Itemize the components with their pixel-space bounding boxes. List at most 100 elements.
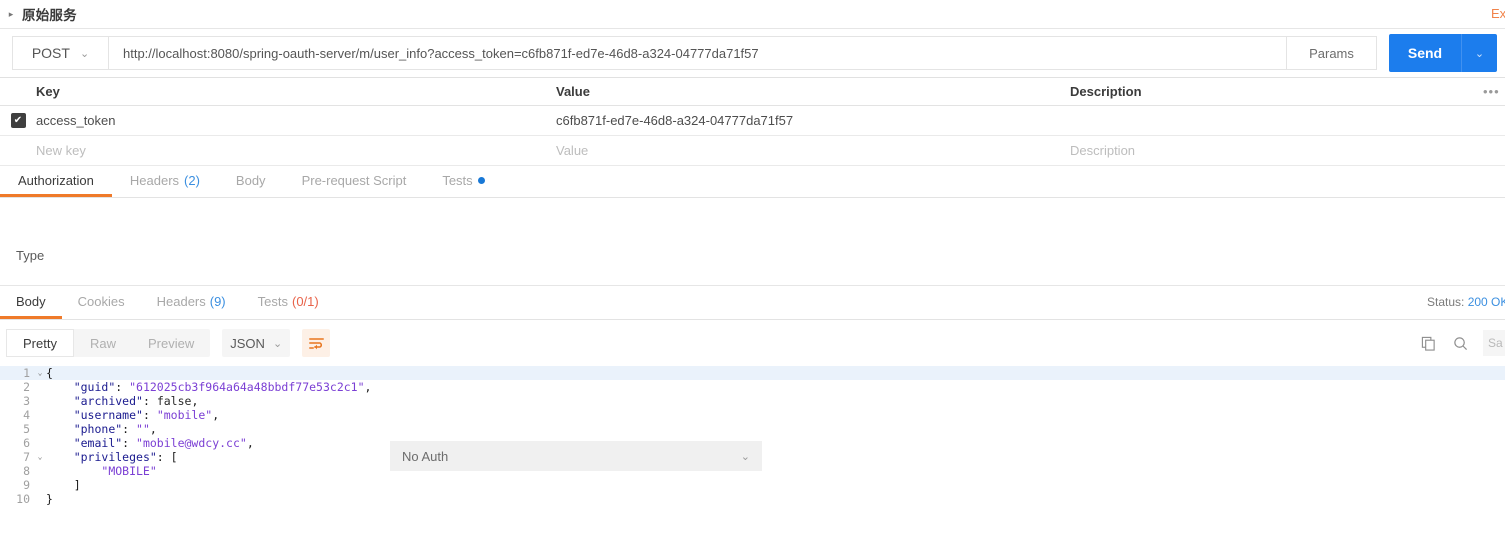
line-number: 4	[23, 408, 30, 422]
params-table-header: Key Value Description •••	[0, 78, 1505, 106]
tab-response-cookies[interactable]: Cookies	[62, 286, 141, 319]
chevron-right-icon[interactable]: ▸	[6, 9, 16, 19]
response-tools: Sa	[1419, 330, 1505, 356]
new-param-value-input[interactable]: Value	[556, 143, 1070, 158]
line-number: 1	[23, 366, 30, 380]
table-row-new[interactable]: New key Value Description	[0, 136, 1505, 166]
tab-response-body[interactable]: Body	[0, 286, 62, 319]
params-button[interactable]: Params	[1287, 36, 1377, 70]
code-text: "email": "mobile@wdcy.cc",	[73, 436, 254, 450]
status-value: 200 OK	[1467, 295, 1505, 309]
request-url-bar: POST ⌄ http://localhost:8080/spring-oaut…	[0, 28, 1505, 78]
line-number: 8	[23, 464, 30, 478]
send-button[interactable]: Send	[1389, 34, 1461, 72]
checkbox-checked-icon[interactable]: ✔	[10, 113, 26, 128]
new-param-key-input[interactable]: New key	[36, 143, 556, 158]
tests-result-badge: (0/1)	[291, 293, 319, 309]
code-text: "archived": false,	[73, 394, 199, 408]
code-line: 5 "phone": "",	[0, 422, 1505, 436]
breadcrumb: ▸ 原始服务 Examples	[0, 0, 1505, 28]
code-line: 9 ]	[0, 478, 1505, 492]
param-key-input[interactable]: access_token	[36, 113, 556, 128]
column-header-key: Key	[36, 84, 60, 99]
tab-pre-request-script[interactable]: Pre-request Script	[284, 166, 425, 197]
response-tabs: Body Cookies Headers (9) Tests (0/1) Sta…	[0, 286, 1505, 320]
code-line: 1 ⌄{	[0, 366, 1505, 380]
response-format-select[interactable]: JSON ⌄	[222, 329, 291, 357]
code-text: "phone": "",	[73, 422, 157, 436]
http-method-select[interactable]: POST ⌄	[12, 36, 108, 70]
response-format-value: JSON	[230, 335, 265, 351]
tab-label: Pre-request Script	[301, 172, 407, 188]
authorization-panel: Type No Auth ⌄	[0, 198, 1505, 471]
tab-authorization[interactable]: Authorization	[0, 166, 112, 197]
request-tabs: Authorization Headers (2) Body Pre-reque…	[0, 166, 1505, 198]
line-number: 6	[23, 436, 30, 450]
response-body-toolbar: Pretty Raw Preview JSON ⌄ Sa	[0, 320, 1505, 366]
column-header-description: Description	[1070, 84, 1142, 99]
view-mode-preview[interactable]: Preview	[132, 329, 210, 357]
bulk-edit-button[interactable]: •••	[1483, 84, 1505, 99]
code-text: "guid": "612025cb3f964a64a48bbdf77e53c2c…	[73, 380, 372, 394]
view-mode-pretty[interactable]: Pretty	[6, 329, 74, 357]
code-text: ]	[73, 478, 81, 492]
examples-link[interactable]: Examples	[1491, 6, 1505, 21]
line-number: 7	[23, 450, 30, 464]
param-value-input[interactable]: c6fb871f-ed7e-46d8-a324-04777da71f57	[556, 113, 1070, 128]
code-line: 2 "guid": "612025cb3f964a64a48bbdf77e53c…	[0, 380, 1505, 394]
view-mode-raw[interactable]: Raw	[74, 329, 132, 357]
auth-type-value: No Auth	[402, 448, 449, 464]
wrap-lines-icon[interactable]	[302, 329, 331, 357]
send-group: Send ⌄	[1389, 34, 1497, 72]
save-response-button[interactable]: Sa	[1483, 330, 1505, 356]
line-number: 2	[23, 380, 30, 394]
tab-headers[interactable]: Headers (2)	[112, 166, 218, 197]
line-number: 3	[23, 394, 30, 408]
headers-count-badge: (2)	[184, 172, 200, 188]
request-url-input[interactable]: http://localhost:8080/spring-oauth-serve…	[108, 36, 1287, 70]
tab-label: Authorization	[18, 172, 94, 188]
response-headers-count-badge: (9)	[209, 293, 226, 309]
code-line: 4 "username": "mobile",	[0, 408, 1505, 422]
fold-toggle-icon[interactable]: ⌄	[34, 366, 46, 380]
chevron-down-icon: ⌄	[79, 47, 90, 60]
tab-label: Tests	[257, 293, 288, 309]
chevron-down-icon: ⌄	[273, 337, 283, 350]
tab-tests[interactable]: Tests	[424, 166, 502, 197]
code-text: "username": "mobile",	[73, 408, 220, 422]
tab-label: Headers	[129, 172, 180, 188]
page-title: 原始服务	[22, 8, 77, 23]
tab-response-headers[interactable]: Headers (9)	[141, 286, 242, 319]
column-header-value: Value	[556, 84, 590, 99]
postman-window: ▸ 原始服务 Examples POST ⌄ http://localhost:…	[0, 0, 1505, 540]
response-body-code[interactable]: 1 ⌄{2 "guid": "612025cb3f964a64a48bbdf77e…	[0, 366, 1505, 506]
new-param-description-input[interactable]: Description	[1070, 143, 1483, 158]
auth-type-select[interactable]: No Auth ⌄	[390, 441, 762, 471]
tab-response-tests[interactable]: Tests (0/1)	[242, 286, 335, 319]
code-line: 10}	[0, 492, 1505, 506]
status-label: Status:	[1427, 295, 1465, 309]
search-icon[interactable]	[1451, 334, 1469, 352]
table-row[interactable]: ✔ access_token c6fb871f-ed7e-46d8-a324-0…	[0, 106, 1505, 136]
send-options-chevron-icon[interactable]: ⌄	[1461, 34, 1497, 72]
tab-body[interactable]: Body	[218, 166, 284, 197]
view-mode-group: Pretty Raw Preview	[6, 329, 211, 357]
status-badge: Status: 200 OK	[1427, 295, 1505, 309]
tab-label: Tests	[442, 172, 473, 188]
fold-toggle-icon[interactable]: ⌄	[34, 450, 46, 464]
copy-icon[interactable]	[1419, 334, 1437, 352]
line-number: 9	[23, 478, 30, 492]
line-number: 10	[16, 492, 30, 506]
tests-indicator-dot-icon	[477, 176, 485, 184]
auth-type-label: Type	[16, 248, 45, 263]
row-checkbox-cell[interactable]: ✔	[0, 113, 36, 128]
code-text: {	[46, 366, 53, 380]
chevron-down-icon: ⌄	[740, 450, 750, 463]
